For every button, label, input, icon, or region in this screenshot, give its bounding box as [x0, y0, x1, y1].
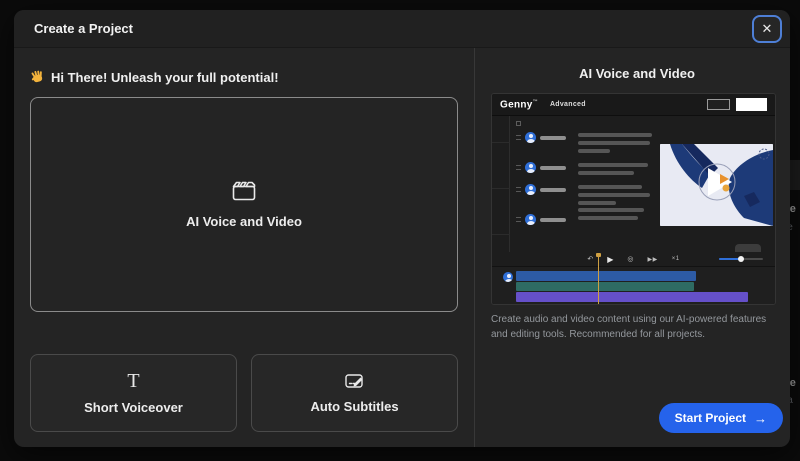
modal-body: Hi There! Unleash your full potential! A…: [14, 48, 790, 447]
preview-left-ruler: [492, 116, 510, 252]
modal-title: Create a Project: [34, 21, 133, 36]
subtitles-edit-icon: [345, 373, 364, 390]
clapperboard-icon: [232, 181, 256, 201]
genny-app-preview: Genny™ Advanced ↶ ▶ ◎ ▶▶ ×1: [491, 93, 776, 305]
speaker-avatar: [525, 214, 536, 225]
timeline-track-video: [516, 271, 696, 281]
preview-playback-toolbar: ↶ ▶ ◎ ▶▶ ×1: [492, 244, 775, 266]
close-icon: ✕: [761, 21, 773, 36]
greeting-text: Hi There! Unleash your full potential!: [51, 70, 279, 85]
skip-icon: ▶▶: [647, 256, 658, 263]
advanced-mode-label: Advanced: [549, 101, 586, 108]
speaker-avatar: [525, 184, 536, 195]
timeline-track-audio: [516, 282, 694, 291]
play-icon: ▶: [607, 254, 614, 264]
panel-handle-tab: [735, 244, 761, 252]
video-thumbnail: [660, 144, 773, 226]
preview-script-area: [492, 116, 775, 252]
start-project-label: Start Project: [674, 411, 746, 425]
project-type-panel: Hi There! Unleash your full potential! A…: [14, 48, 475, 447]
speed-label: ×1: [671, 256, 680, 262]
trademark-mark: ™: [532, 98, 538, 105]
feature-description: Create audio and video content using our…: [491, 314, 767, 340]
secondary-cards-row: T Short Voiceover Auto Subtitles: [30, 354, 458, 432]
start-project-button[interactable]: Start Project →: [658, 403, 783, 433]
speaker-avatar: [525, 132, 536, 143]
card-label: Short Voiceover: [84, 400, 183, 415]
zoom-slider: [719, 256, 763, 262]
close-button[interactable]: ✕: [752, 15, 782, 43]
preview-timeline: [492, 253, 775, 304]
text-T-icon: T: [127, 370, 140, 392]
undo-icon: ↶: [587, 255, 594, 263]
project-detail-panel: AI Voice and Video Genny™ Advanced ↶ ▶ ◎…: [475, 48, 799, 447]
record-icon: ◎: [627, 255, 634, 263]
greeting: Hi There! Unleash your full potential!: [30, 70, 458, 85]
arrow-right-icon: →: [754, 410, 767, 426]
card-short-voiceover[interactable]: T Short Voiceover: [30, 354, 237, 432]
detail-title: AI Voice and Video: [579, 66, 695, 81]
card-label: Auto Subtitles: [310, 398, 399, 414]
card-label: AI Voice and Video: [186, 213, 302, 229]
speaker-avatar: [525, 162, 536, 173]
timeline-track-music: [516, 292, 748, 302]
preview-outline-button: [707, 99, 730, 110]
select-all-checkbox-icon: [516, 121, 521, 126]
modal-header: Create a Project ✕: [14, 10, 790, 48]
wave-hand-icon: [30, 70, 45, 85]
card-ai-voice-and-video[interactable]: AI Voice and Video: [30, 97, 458, 312]
playhead: [596, 253, 601, 304]
preview-solid-button: [736, 98, 767, 111]
preview-header: Genny™ Advanced: [492, 94, 775, 116]
create-project-modal: Create a Project ✕ Hi There! Unleash you…: [14, 10, 790, 447]
card-auto-subtitles[interactable]: Auto Subtitles: [251, 354, 458, 432]
speaker-avatar: [503, 272, 513, 282]
genny-logo: Genny™: [500, 98, 538, 111]
